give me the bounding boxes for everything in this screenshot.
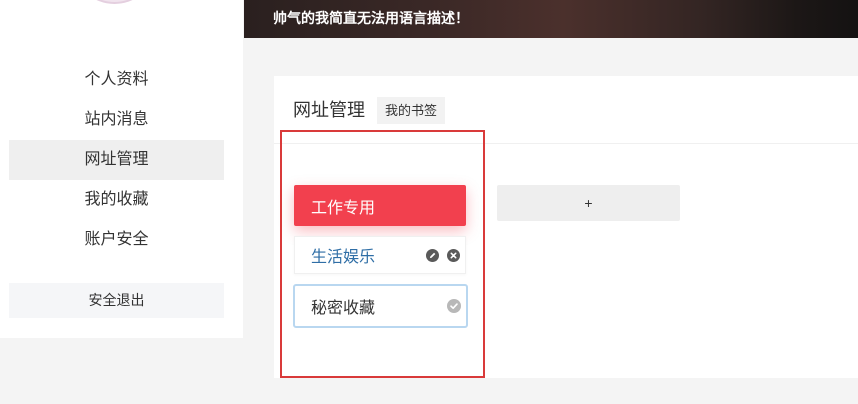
pencil-icon-graphic <box>426 249 439 262</box>
pencil-icon[interactable] <box>426 249 439 262</box>
main-panel: 网址管理 我的书签 <box>274 76 858 378</box>
avatar[interactable] <box>72 0 157 4</box>
group-label[interactable]: 生活娱乐 <box>311 243 375 267</box>
page-title: 网址管理 <box>293 100 365 120</box>
sidebar: 个人资料 站内消息 网址管理 我的收藏 账户安全 安全退出 <box>0 0 243 338</box>
sidebar-item-url-management[interactable]: 网址管理 <box>9 140 224 180</box>
banner-slogan: 帅气的我简直无法用语言描述！ <box>273 10 469 26</box>
tab-bookmarks[interactable]: 我的书签 <box>377 97 445 124</box>
close-icon-graphic <box>447 249 460 262</box>
page: 个人资料 站内消息 网址管理 我的收藏 账户安全 安全退出 帅气的我简直无法用语… <box>0 0 858 404</box>
sidebar-menu: 个人资料 站内消息 网址管理 我的收藏 账户安全 <box>9 60 224 260</box>
group-label[interactable]: 工作专用 <box>311 194 375 218</box>
avatar-container <box>60 0 170 6</box>
check-circle-icon[interactable] <box>447 299 461 313</box>
add-group-button[interactable]: + <box>497 185 680 221</box>
sidebar-item-account-security[interactable]: 账户安全 <box>9 220 224 260</box>
sidebar-item-messages[interactable]: 站内消息 <box>9 100 224 140</box>
logout-button[interactable]: 安全退出 <box>9 283 224 318</box>
banner: 帅气的我简直无法用语言描述！ <box>244 0 858 38</box>
close-icon[interactable] <box>447 249 460 262</box>
check-circle-icon-graphic <box>447 299 461 313</box>
group-item-leisure[interactable]: 生活娱乐 <box>294 236 466 274</box>
sidebar-item-profile[interactable]: 个人资料 <box>9 60 224 100</box>
group-item-work[interactable]: 工作专用 <box>294 185 466 226</box>
group-actions <box>426 249 460 262</box>
group-item-secret <box>293 284 468 328</box>
sidebar-item-favorites[interactable]: 我的收藏 <box>9 180 224 220</box>
divider <box>274 143 858 144</box>
group-rename-input[interactable] <box>295 286 435 326</box>
